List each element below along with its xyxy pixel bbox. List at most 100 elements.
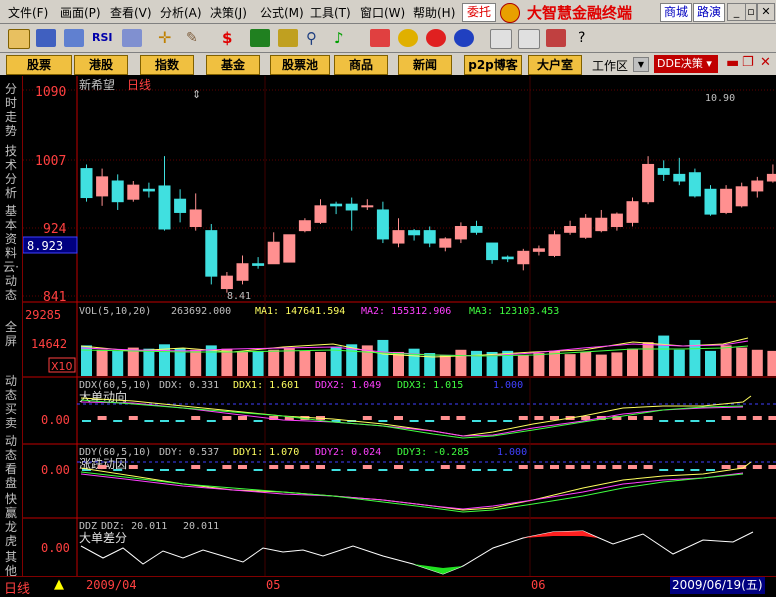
menu-tools[interactable]: 工具(T): [310, 4, 351, 21]
menu-view[interactable]: 查看(V): [110, 4, 152, 21]
market-icon[interactable]: [250, 29, 270, 47]
category-stocks[interactable]: 股票: [6, 55, 72, 75]
rsi-indicator-icon[interactable]: RSI: [92, 29, 114, 47]
sidebar-tab-cloud[interactable]: 云·动态: [2, 260, 20, 302]
candle-body[interactable]: [361, 205, 374, 208]
diamond-icon[interactable]: [398, 29, 418, 47]
folder-icon[interactable]: [8, 29, 30, 49]
menu-help[interactable]: 帮助(H): [413, 4, 455, 21]
candle-body[interactable]: [330, 203, 343, 207]
shop-button[interactable]: 商城: [660, 3, 692, 22]
candle-body[interactable]: [454, 226, 467, 240]
candle-body[interactable]: [657, 168, 670, 175]
candle-body[interactable]: [252, 263, 265, 266]
candle-body[interactable]: [283, 234, 296, 263]
menu-screen[interactable]: 画面(P): [60, 4, 101, 21]
sidebar-tab-intraday[interactable]: 分时走势: [2, 82, 20, 138]
menu-file[interactable]: 文件(F): [8, 4, 48, 21]
books-icon[interactable]: [546, 29, 566, 47]
candle-body[interactable]: [345, 203, 358, 211]
category-hk-stocks[interactable]: 港股: [74, 55, 128, 75]
candle-body[interactable]: [532, 248, 545, 252]
candle-body[interactable]: [158, 185, 171, 230]
kline-chart-icon[interactable]: [64, 29, 84, 47]
category-vip-room[interactable]: 大户室: [528, 55, 582, 75]
sidebar-tab-fullscreen[interactable]: 全屏: [2, 320, 20, 348]
candle-body[interactable]: [486, 242, 499, 261]
candle-body[interactable]: [766, 173, 776, 182]
sidebar-tab-fundamentals[interactable]: 基本资料: [2, 204, 20, 260]
period-up-icon[interactable]: ▲: [54, 577, 64, 592]
category-p2p-blog[interactable]: p2p博客: [464, 55, 522, 75]
candle-body[interactable]: [501, 256, 514, 260]
candle-body[interactable]: [751, 180, 764, 192]
menu-analysis[interactable]: 分析(A): [160, 4, 202, 21]
nav-arrow-icon[interactable]: ⇕: [192, 88, 201, 101]
bars-icon[interactable]: [278, 29, 298, 47]
candle-body[interactable]: [423, 230, 436, 244]
roadshow-button[interactable]: 路演: [693, 3, 725, 22]
table-icon[interactable]: [122, 29, 142, 47]
candle-body[interactable]: [220, 275, 233, 290]
candle-body[interactable]: [688, 172, 701, 197]
category-index[interactable]: 指数: [140, 55, 194, 75]
candle-body[interactable]: [80, 168, 93, 199]
candle-body[interactable]: [470, 226, 483, 233]
menu-formula[interactable]: 公式(M): [260, 4, 304, 21]
candle-body[interactable]: [236, 263, 249, 281]
kline-chart[interactable]: 1090 1007 924 841 8.923 新希望 日线 10.90 8.4…: [23, 76, 776, 576]
panel-restore-icon[interactable]: ❐: [742, 55, 754, 70]
candle-body[interactable]: [735, 186, 748, 207]
candle-body[interactable]: [595, 217, 608, 232]
candle-body[interactable]: [408, 230, 421, 236]
candle-body[interactable]: [626, 201, 639, 223]
restore-icon[interactable]: ▫: [745, 3, 757, 21]
category-funds[interactable]: 基金: [206, 55, 260, 75]
alert-icon[interactable]: ♪: [334, 29, 354, 47]
candle-body[interactable]: [642, 163, 655, 203]
intraday-chart-icon[interactable]: [36, 29, 56, 47]
sidebar-tab-dynamic-watch[interactable]: 动态看盘: [2, 434, 20, 490]
news-icon[interactable]: [518, 29, 540, 49]
candle-body[interactable]: [720, 188, 733, 213]
bottom-period-label[interactable]: 日线: [4, 578, 30, 597]
candle-body[interactable]: [174, 198, 187, 213]
minimize-icon[interactable]: _: [727, 3, 746, 21]
candle-body[interactable]: [189, 209, 202, 228]
category-stock-pool[interactable]: 股票池: [270, 55, 330, 75]
help-pointer-icon[interactable]: ?: [578, 29, 598, 47]
red-circle-icon[interactable]: [426, 29, 446, 47]
candle-body[interactable]: [564, 226, 577, 233]
chart-area[interactable]: 1090 1007 924 841 8.923 新希望 日线 10.90 8.4…: [23, 76, 776, 576]
candle-body[interactable]: [314, 205, 327, 223]
trade-icon[interactable]: [370, 29, 390, 47]
candle-body[interactable]: [267, 241, 280, 265]
category-commodities[interactable]: 商品: [334, 55, 388, 75]
dde-decision-button[interactable]: DDE决策 ▾: [654, 55, 718, 73]
sidebar-tab-dragon-tiger[interactable]: 快赢龙虎: [2, 492, 20, 548]
candle-body[interactable]: [96, 176, 109, 197]
candle-body[interactable]: [111, 180, 124, 203]
note-icon[interactable]: [490, 29, 512, 49]
category-news[interactable]: 新闻: [398, 55, 452, 75]
candle-body[interactable]: [610, 213, 623, 228]
sidebar-tab-technical[interactable]: 技术分析: [2, 144, 20, 200]
candle-body[interactable]: [517, 250, 530, 265]
candle-body[interactable]: [376, 209, 389, 240]
binoculars-icon[interactable]: ⚲: [306, 29, 326, 47]
close-icon[interactable]: ✕: [757, 3, 775, 21]
candle-body[interactable]: [205, 230, 218, 277]
menu-window[interactable]: 窗口(W): [360, 4, 405, 21]
candle-body[interactable]: [579, 217, 592, 238]
candle-body[interactable]: [127, 184, 140, 200]
candle-body[interactable]: [704, 188, 717, 215]
candle-body[interactable]: [392, 230, 405, 244]
menu-decision[interactable]: 决策(J): [210, 4, 247, 21]
dollar-icon[interactable]: $: [222, 29, 242, 47]
sidebar-tab-other[interactable]: 其他: [2, 550, 20, 578]
ruler-icon[interactable]: ✎: [186, 29, 206, 47]
workspace-label[interactable]: 工作区: [592, 57, 628, 74]
sidebar-tab-dynamic-trade[interactable]: 动态买卖: [2, 374, 20, 430]
candle-body[interactable]: [439, 238, 452, 248]
candle-body[interactable]: [142, 188, 155, 192]
